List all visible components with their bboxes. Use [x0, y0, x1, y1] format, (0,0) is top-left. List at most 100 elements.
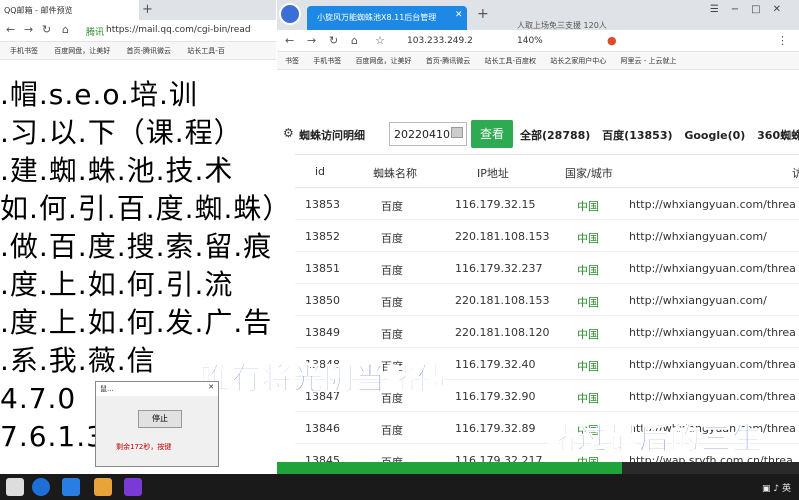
col-country: 国家/城市	[565, 167, 613, 180]
col-spider-name: 蜘蛛名称	[373, 167, 417, 180]
cell-spider-name: 百度	[381, 264, 403, 277]
ime-indicator[interactable]: 英	[782, 484, 791, 494]
reload-icon[interactable]: ↻	[42, 23, 51, 36]
content-line: .度.上.如.何.引.流	[0, 268, 234, 301]
filter-360[interactable]: 360蜘蛛(73	[757, 129, 799, 142]
gear-icon: ⚙	[283, 126, 294, 140]
back-icon[interactable]: ←	[6, 23, 15, 36]
cell-url[interactable]: http://whxiangyuan.com/	[629, 294, 767, 307]
cell-url[interactable]: http://whxiangyuan.com/threa	[629, 390, 796, 403]
left-bookmark[interactable]: 站长工具-百	[187, 47, 225, 55]
right-url[interactable]: 103.233.249.2	[407, 36, 473, 46]
col-id: id	[315, 165, 326, 178]
qq-app-icon[interactable]	[62, 478, 80, 496]
content-line: .做.百.度.搜.索.留.痕	[0, 230, 273, 263]
cell-ip: 116.179.32.15	[455, 198, 536, 211]
cell-id: 13849	[305, 326, 340, 339]
stop-button[interactable]: 停止	[138, 410, 182, 428]
menu-icon[interactable]: ⋮	[777, 34, 788, 47]
star-icon[interactable]: ☆	[375, 34, 385, 47]
cell-id: 13851	[305, 262, 340, 275]
close-icon[interactable]: ✕	[208, 383, 214, 391]
left-tab[interactable]: QQ邮箱 - 邮件预览	[0, 0, 140, 20]
network-icon[interactable]: ▣	[762, 484, 771, 494]
home-icon[interactable]: ⌂	[351, 34, 358, 47]
spider-control-bar: ⚙ 蜘蛛访问明细 20220410 查看 全部(28788) 百度(13853)…	[277, 118, 799, 150]
cell-url[interactable]: http://whxiangyuan.com/threa	[629, 358, 796, 371]
promo-banner	[277, 70, 799, 110]
secure-label: 腾讯	[86, 28, 105, 38]
left-bookmark[interactable]: 手机书签	[10, 47, 38, 55]
filter-baidu[interactable]: 百度(13853)	[602, 129, 672, 142]
left-new-tab-button[interactable]: +	[142, 2, 153, 17]
forward-icon[interactable]: →	[24, 23, 33, 36]
cell-ip: 116.179.32.237	[455, 262, 543, 275]
table-row[interactable]: 13850 百度 220.181.108.153 中国 http://whxiangyu…	[295, 284, 799, 316]
table-row[interactable]: 13851 百度 116.179.32.237 中国 http://whxiangyua…	[295, 252, 799, 284]
subtitle-overlay-2: 赌过最后的三生	[546, 422, 763, 458]
right-bookmark[interactable]: 阿里云 - 上云就上	[620, 57, 676, 65]
right-bookmark[interactable]: 百度网盘，让美好	[355, 57, 411, 65]
right-bookmark[interactable]: 手机书签	[313, 57, 341, 65]
editor-app-icon[interactable]	[124, 478, 142, 496]
cell-spider-name: 百度	[381, 328, 403, 341]
query-button[interactable]: 查看	[471, 120, 513, 148]
right-tab-title: 小旋风万能蜘蛛池X8.11后台管理	[317, 13, 437, 22]
zoom-level[interactable]: 140%	[517, 36, 543, 46]
right-bookmark[interactable]: 站长工具-百度权	[484, 57, 536, 65]
table-row[interactable]: 13852 百度 220.181.108.153 中国 http://whxiangyu…	[295, 220, 799, 252]
filter-all[interactable]: 全部(28788)	[520, 129, 590, 142]
left-bookmarks-bar: 手机书签 百度网盘，让美好 首页-腾讯微云 站长工具-百	[0, 42, 276, 60]
cell-spider-name: 百度	[381, 232, 403, 245]
right-address-bar[interactable]: ← → ↻ ⌂ ☆ 103.233.249.2 140% ● ⋮	[277, 30, 799, 52]
content-line: .习.以.下（课.程）	[0, 116, 243, 149]
cell-id: 13852	[305, 230, 340, 243]
col-visit-url: 访	[792, 167, 799, 180]
right-bookmark[interactable]: 书签	[285, 57, 299, 65]
right-browser-window: 小旋风万能蜘蛛池X8.11后台管理 ✕ + ☰−□✕ 人取上场免三支援 120人…	[277, 0, 799, 474]
cell-ip: 116.179.32.89	[455, 422, 536, 435]
cell-url[interactable]: http://whxiangyuan.com/	[629, 230, 767, 243]
cell-country: 中国	[577, 296, 599, 309]
left-bookmark[interactable]: 百度网盘，让美好	[54, 47, 110, 55]
cell-country: 中国	[577, 200, 599, 213]
left-bookmark[interactable]: 首页-腾讯微云	[126, 47, 171, 55]
table-row[interactable]: 13849 百度 220.181.108.120 中国 http://whxiangyu…	[295, 316, 799, 348]
cell-id: 13850	[305, 294, 340, 307]
right-bookmark[interactable]: 首页-腾讯微云	[426, 57, 471, 65]
window-controls[interactable]: ☰−□✕	[710, 4, 793, 15]
avatar[interactable]	[279, 3, 301, 25]
right-bookmarks-bar: 书签 手机书签 百度网盘，让美好 首页-腾讯微云 站长工具-百度权 站长之家用户…	[277, 52, 799, 70]
cell-url[interactable]: http://whxiangyuan.com/threa	[629, 198, 796, 211]
left-address-bar[interactable]: ← → ↻ ⌂ 腾讯 https://mail.qq.com/cgi-bin/r…	[0, 20, 276, 42]
volume-icon[interactable]: ♪	[773, 484, 779, 494]
cell-id: 13853	[305, 198, 340, 211]
right-tab-active[interactable]: 小旋风万能蜘蛛池X8.11后台管理	[307, 6, 467, 30]
browser-app-icon[interactable]	[32, 478, 50, 496]
content-line: 如.何.引.百.度.蜘.蛛）	[0, 192, 276, 225]
left-url[interactable]: https://mail.qq.com/cgi-bin/read	[106, 25, 251, 35]
reload-icon[interactable]: ↻	[329, 34, 338, 47]
filter-google[interactable]: Google(0)	[684, 129, 745, 142]
right-bookmark[interactable]: 站长之家用户中心	[550, 57, 606, 65]
cell-country: 中国	[577, 232, 599, 245]
cell-ip: 220.181.108.120	[455, 326, 550, 339]
content-line: .建.蜘.蛛.池.技.术	[0, 154, 234, 187]
table-row[interactable]: 13853 百度 116.179.32.15 中国 http://whxiangyuan…	[295, 188, 799, 220]
right-new-tab-button[interactable]: +	[477, 6, 489, 22]
start-icon[interactable]	[6, 478, 24, 496]
dialog-title-text: 鼠...	[100, 385, 114, 393]
search-engine-icon[interactable]: ●	[607, 34, 617, 47]
cell-country: 中国	[577, 328, 599, 341]
forward-icon[interactable]: →	[307, 34, 316, 47]
cell-url[interactable]: http://whxiangyuan.com/threa	[629, 262, 796, 275]
home-icon[interactable]: ⌂	[62, 23, 69, 36]
progress-fill	[277, 462, 622, 474]
system-tray[interactable]: ▣ ♪ 英	[762, 481, 791, 494]
back-icon[interactable]: ←	[285, 34, 294, 47]
folder-app-icon[interactable]	[94, 478, 112, 496]
calendar-icon[interactable]	[451, 127, 463, 138]
section-title: 蜘蛛访问明细	[299, 129, 365, 142]
cell-url[interactable]: http://whxiangyuan.com/threa	[629, 326, 796, 339]
close-tab-icon[interactable]: ✕	[455, 10, 463, 20]
